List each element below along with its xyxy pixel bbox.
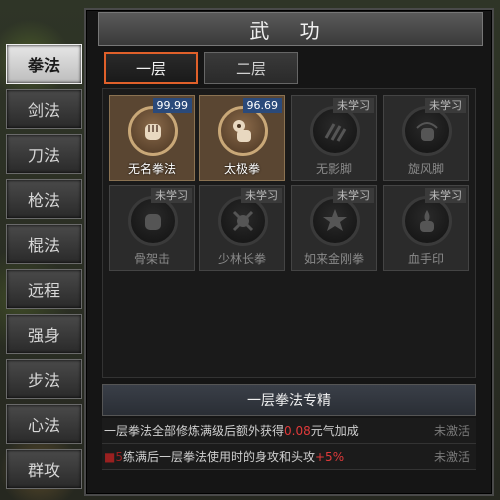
tab-layer-2[interactable]: 二层 <box>204 52 298 84</box>
skill-name: 骨架击 <box>133 252 170 266</box>
mastery-text: 练满后一层拳法使用时的身攻和头攻 <box>122 450 315 464</box>
skill-slot[interactable]: 未学习 如来金刚拳 <box>291 185 377 271</box>
claw-icon <box>310 106 360 156</box>
locked-badge: 未学习 <box>241 188 282 203</box>
tab-xinfa[interactable]: 心法 <box>6 404 82 444</box>
locked-badge: 未学习 <box>333 98 374 113</box>
locked-badge: 未学习 <box>425 188 466 203</box>
mastery-prefix: ■5 <box>104 450 123 464</box>
mastery-status: 未激活 <box>433 424 470 438</box>
tab-quanfa[interactable]: 拳法 <box>6 44 82 84</box>
tab-qiangfa[interactable]: 枪法 <box>6 179 82 219</box>
tab-gunfa[interactable]: 棍法 <box>6 224 82 264</box>
skill-name: 血手印 <box>407 252 444 266</box>
skill-name: 无影脚 <box>315 162 352 176</box>
mastery-row-2: ■5练满后一层拳法使用时的身攻和头攻+5% 未激活 <box>102 444 476 470</box>
skill-slot[interactable]: 未学习 血手印 <box>383 185 469 271</box>
whirlwind-fist-icon <box>402 106 452 156</box>
mastery-value: +5% <box>315 450 345 464</box>
skill-name: 如来金刚拳 <box>303 252 364 266</box>
mastery-value: 0.08 <box>284 424 311 438</box>
mastery-status: 未激活 <box>433 450 470 464</box>
proficiency-badge: 99.99 <box>152 98 192 113</box>
skill-slot[interactable]: 未学习 少林长拳 <box>199 185 285 271</box>
locked-badge: 未学习 <box>333 188 374 203</box>
fist-icon <box>128 106 178 156</box>
mastery-row-1: 一层拳法全部修炼满级后额外获得0.08元气加成 未激活 <box>102 418 476 444</box>
tab-qiangshen[interactable]: 强身 <box>6 314 82 354</box>
panel-title: 武 功 <box>98 12 483 46</box>
mastery-text: 一层拳法全部修炼满级后额外获得 <box>104 424 285 438</box>
skill-slot[interactable]: 未学习 骨架击 <box>109 185 195 271</box>
tab-jianfa[interactable]: 剑法 <box>6 89 82 129</box>
locked-badge: 未学习 <box>151 188 192 203</box>
skill-name: 旋风脚 <box>407 162 444 176</box>
skill-grid: 99.99 无名拳法 96.69 太极拳 未学习 无影脚 未学习 旋风脚 未学习… <box>102 88 476 378</box>
proficiency-badge: 96.69 <box>242 98 282 113</box>
skill-name: 无名拳法 <box>127 162 176 176</box>
skill-slot[interactable]: 99.99 无名拳法 <box>109 95 195 181</box>
tab-bufa[interactable]: 步法 <box>6 359 82 399</box>
tab-qungong[interactable]: 群攻 <box>6 449 82 489</box>
locked-badge: 未学习 <box>425 98 466 113</box>
tab-daofa[interactable]: 刀法 <box>6 134 82 174</box>
skill-slot[interactable]: 未学习 无影脚 <box>291 95 377 181</box>
skill-slot[interactable]: 未学习 旋风脚 <box>383 95 469 181</box>
crossbones-icon <box>218 196 268 246</box>
yinyang-fist-icon <box>218 106 268 156</box>
skill-name: 太极拳 <box>223 162 260 176</box>
blood-fist-icon <box>402 196 452 246</box>
mastery-text: 元气加成 <box>310 424 359 438</box>
skill-name: 少林长拳 <box>217 252 266 266</box>
tab-yuancheng[interactable]: 远程 <box>6 269 82 309</box>
mastery-header: 一层拳法专精 <box>102 384 476 416</box>
tab-layer-1[interactable]: 一层 <box>104 52 198 84</box>
fist-icon <box>128 196 178 246</box>
skill-slot[interactable]: 96.69 太极拳 <box>199 95 285 181</box>
burst-fist-icon <box>310 196 360 246</box>
